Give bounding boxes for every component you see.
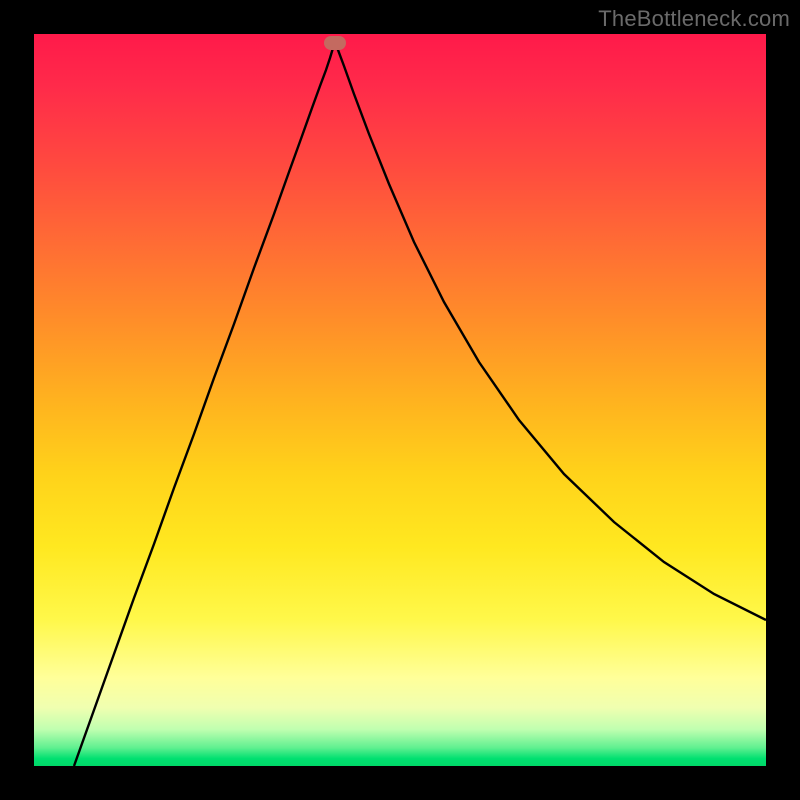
chart-frame: TheBottleneck.com xyxy=(0,0,800,800)
curve-left-branch xyxy=(74,43,335,766)
curve-svg xyxy=(34,34,766,766)
plot-area xyxy=(34,34,766,766)
curve-right-branch xyxy=(335,43,766,620)
watermark-text: TheBottleneck.com xyxy=(598,6,790,32)
minimum-marker xyxy=(324,36,346,50)
